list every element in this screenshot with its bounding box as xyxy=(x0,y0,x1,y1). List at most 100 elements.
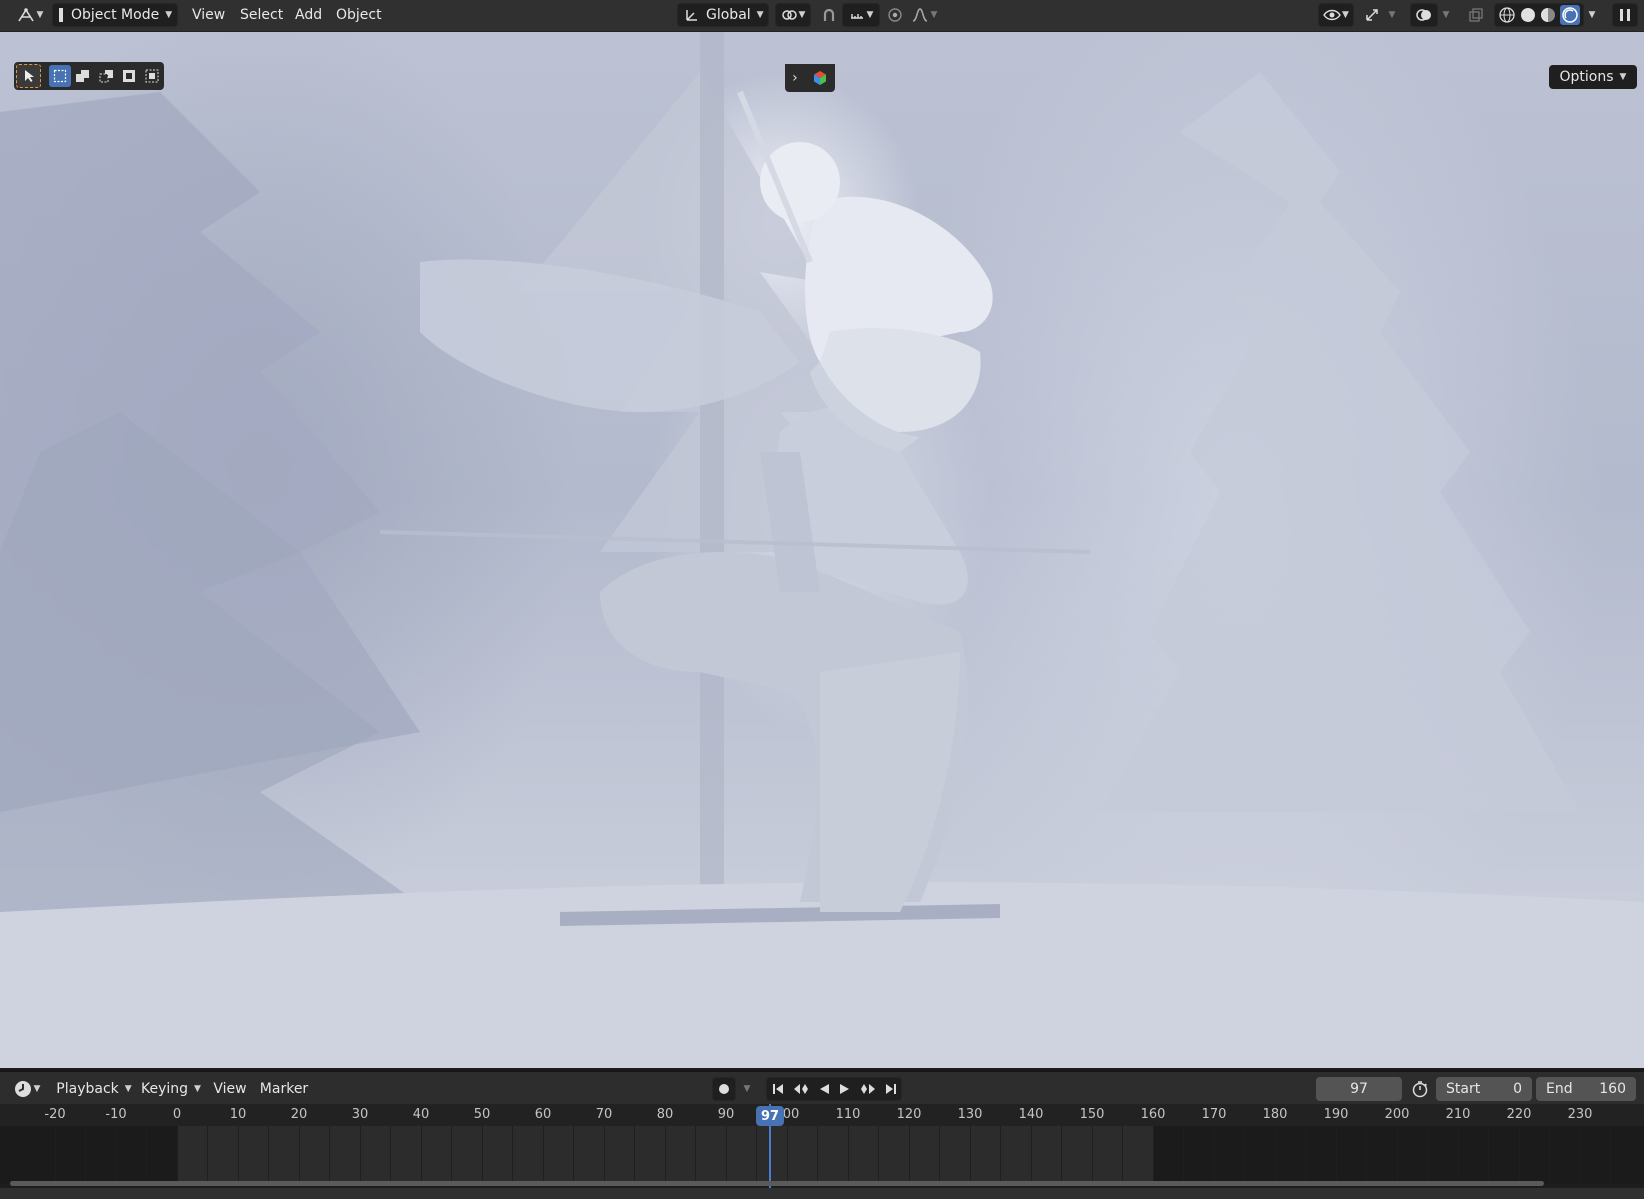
prev-keyframe-icon[interactable] xyxy=(793,1083,809,1095)
select-extend-button[interactable] xyxy=(73,65,94,87)
overlay-dropdown[interactable]: ▼ xyxy=(1438,3,1454,27)
select-tool-button[interactable] xyxy=(16,64,42,88)
gizmo-dropdown[interactable]: ▼ xyxy=(1384,3,1400,27)
select-new-button[interactable] xyxy=(49,65,71,87)
start-value: 0 xyxy=(1513,1081,1522,1097)
next-keyframe-icon[interactable] xyxy=(860,1083,876,1095)
menu-view[interactable]: View xyxy=(186,3,231,27)
snap-toggle[interactable] xyxy=(817,3,841,27)
rendered-shading-icon[interactable] xyxy=(1559,5,1580,25)
ruler-tick: 230 xyxy=(1567,1107,1593,1122)
transform-orientation-label: Global xyxy=(706,7,751,23)
menu-select[interactable]: Select xyxy=(234,3,289,27)
stopwatch-icon xyxy=(1411,1080,1429,1098)
pause-render-button[interactable] xyxy=(1612,3,1638,27)
rendered-scene xyxy=(0,32,1644,1068)
cursor-arrow-icon xyxy=(23,69,35,83)
falloff-icon xyxy=(911,7,929,23)
menu-object[interactable]: Object xyxy=(330,3,388,27)
transform-orientation-dropdown[interactable]: Global ▼ xyxy=(677,3,769,27)
jump-end-icon[interactable] xyxy=(885,1083,897,1095)
object-mode-icon xyxy=(59,8,63,22)
snap-icon xyxy=(821,7,837,23)
menu-add[interactable]: Add xyxy=(289,3,328,27)
ruler-tick: 220 xyxy=(1506,1107,1532,1122)
timeline-track-area[interactable] xyxy=(0,1126,1644,1183)
visibility-dropdown[interactable]: ▼ xyxy=(1318,3,1354,27)
ruler-tick: 20 xyxy=(290,1107,308,1122)
end-value: 160 xyxy=(1599,1081,1626,1097)
ruler-tick: 180 xyxy=(1262,1107,1288,1122)
play-icon[interactable] xyxy=(839,1083,851,1095)
ruler-tick: 140 xyxy=(1018,1107,1044,1122)
ruler-tick: 90 xyxy=(717,1107,735,1122)
options-label: Options xyxy=(1559,69,1614,85)
overlay-toggle[interactable] xyxy=(1410,3,1438,27)
select-intersect-button[interactable] xyxy=(143,65,164,87)
end-label: End xyxy=(1546,1081,1573,1097)
select-extend-icon xyxy=(75,69,91,83)
ruler-tick: 110 xyxy=(835,1107,861,1122)
ruler-tick: -10 xyxy=(105,1107,127,1122)
ruler-tick: 160 xyxy=(1140,1107,1166,1122)
ruler-tick: 170 xyxy=(1201,1107,1227,1122)
playback-label: Playback xyxy=(56,1081,119,1097)
editor-type-button[interactable]: ▼ xyxy=(14,3,46,27)
start-frame-field[interactable]: Start 0 xyxy=(1436,1077,1532,1101)
wireframe-shading-icon[interactable] xyxy=(1498,6,1516,24)
transform-orientation-icon xyxy=(684,7,700,23)
timeline-view-menu[interactable]: View xyxy=(210,1077,250,1101)
select-new-icon xyxy=(53,69,67,83)
falloff-dropdown[interactable]: ▼ xyxy=(906,3,942,27)
timeline-horizontal-scrollbar[interactable] xyxy=(10,1181,1544,1186)
select-invert-icon xyxy=(122,69,138,83)
navigation-panel-toggle[interactable]: › xyxy=(785,64,835,92)
gizmo-toggle[interactable] xyxy=(1360,3,1384,27)
auto-keying-dropdown[interactable]: ▼ xyxy=(738,1077,756,1101)
pause-icon xyxy=(1619,8,1631,22)
play-reverse-icon[interactable] xyxy=(818,1083,830,1095)
ruler-tick: 130 xyxy=(957,1107,983,1122)
solid-shading-icon[interactable] xyxy=(1519,6,1537,24)
ruler-tick: 80 xyxy=(656,1107,674,1122)
visibility-icon xyxy=(1323,8,1341,22)
playhead-frame-indicator[interactable]: 97 xyxy=(756,1106,784,1126)
select-mode-toolbar xyxy=(14,62,164,90)
select-subtract-button[interactable] xyxy=(96,65,117,87)
color-cube-icon xyxy=(812,70,828,86)
playback-menu[interactable]: Playback ▼ xyxy=(54,1077,134,1101)
ruler-tick: 10 xyxy=(229,1107,247,1122)
playback-controls xyxy=(766,1077,902,1101)
jump-start-icon[interactable] xyxy=(772,1083,784,1095)
auto-keying-toggle[interactable] xyxy=(712,1077,736,1101)
ruler-tick: -20 xyxy=(44,1107,66,1122)
shading-dropdown[interactable]: ▼ xyxy=(1584,3,1600,27)
clock-icon xyxy=(14,1080,32,1098)
ruler-tick: 200 xyxy=(1384,1107,1410,1122)
ruler-tick: 60 xyxy=(534,1107,552,1122)
pivot-icon xyxy=(781,7,797,23)
select-invert-button[interactable] xyxy=(119,65,140,87)
gizmo-icon xyxy=(1364,7,1380,23)
snap-target-dropdown[interactable]: ▼ xyxy=(842,3,880,27)
keying-menu[interactable]: Keying ▼ xyxy=(138,1077,204,1101)
timeline-marker-menu[interactable]: Marker xyxy=(258,1077,310,1101)
end-frame-field[interactable]: End 160 xyxy=(1536,1077,1636,1101)
shading-mode-group xyxy=(1494,3,1584,27)
options-dropdown[interactable]: Options ▼ xyxy=(1549,65,1637,89)
chevron-right-icon: › xyxy=(792,70,798,86)
timeline-ruler[interactable]: -20 -10 0 10 20 30 40 50 60 70 80 90 00 … xyxy=(0,1104,1644,1126)
use-preview-range-toggle[interactable] xyxy=(1408,1077,1432,1101)
snap-increment-icon xyxy=(849,7,865,23)
material-shading-icon[interactable] xyxy=(1539,6,1557,24)
3d-viewport[interactable]: › Options ▼ xyxy=(0,32,1644,1068)
ruler-tick: 210 xyxy=(1445,1107,1471,1122)
current-frame-field[interactable]: 97 xyxy=(1316,1077,1402,1101)
xray-toggle[interactable] xyxy=(1464,3,1488,27)
status-bar xyxy=(0,1188,1644,1199)
xray-icon xyxy=(1468,7,1484,23)
timeline-editor-type-button[interactable]: ▼ xyxy=(10,1077,44,1101)
object-mode-dropdown[interactable]: Object Mode ▼ xyxy=(52,3,178,27)
proportional-edit-toggle[interactable] xyxy=(884,3,906,27)
pivot-point-dropdown[interactable]: ▼ xyxy=(775,3,811,27)
